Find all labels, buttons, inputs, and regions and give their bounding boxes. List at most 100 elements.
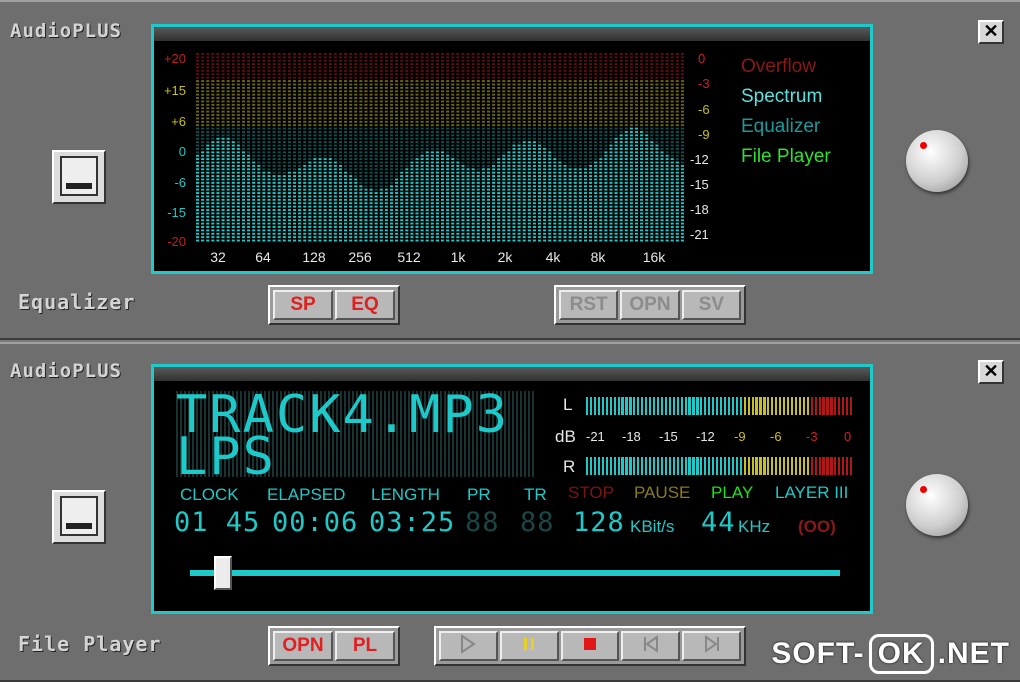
spectrum-cell	[425, 97, 429, 99]
spectrum-cell	[379, 56, 383, 59]
spectrum-cell	[599, 198, 603, 201]
spectrum-cell	[369, 178, 373, 181]
spectrum-cell	[476, 232, 480, 235]
spectrum-cell	[624, 161, 628, 164]
spectrum-cell	[446, 164, 450, 167]
spectrum-cell	[532, 53, 536, 55]
spectrum-cell	[640, 212, 644, 215]
spectrum-cell	[384, 63, 388, 66]
spectrum-cell	[292, 215, 297, 218]
spectrum-cell	[532, 222, 536, 225]
spectrum-cell	[395, 185, 399, 188]
spectrum-cell	[614, 178, 618, 181]
spectrum-cell	[461, 137, 465, 140]
spectrum-cell	[548, 100, 552, 103]
spectrum-cell	[492, 103, 496, 106]
close-button[interactable]: ✕	[978, 20, 1004, 44]
spectrum-cell	[527, 144, 531, 147]
spectrum-cell	[400, 86, 404, 89]
spectrum-cell	[446, 185, 450, 188]
spectrum-cell	[451, 100, 455, 103]
spectrum-cell	[492, 107, 496, 110]
spectrum-cell	[196, 192, 200, 194]
spectrum-cell	[573, 83, 577, 86]
spectrum-cell	[517, 73, 521, 76]
spectrum-cell	[532, 181, 536, 184]
spectrum-cell	[629, 198, 633, 201]
spectrum-cell	[441, 226, 445, 228]
spectrum-cell	[287, 120, 291, 123]
spectrum-cell	[292, 185, 297, 188]
spectrum-cell	[287, 144, 291, 147]
spectrum-cell	[527, 195, 531, 198]
spectrum-cell	[568, 141, 572, 144]
spectrum-cell	[272, 239, 276, 242]
spectrum-cell	[507, 148, 511, 150]
spectrum-cell	[400, 59, 404, 62]
spectrum-cell	[599, 97, 603, 99]
spectrum-cell	[364, 56, 368, 59]
spectrum-cell	[287, 86, 291, 89]
spectrum-cell	[634, 59, 639, 62]
spectrum-cell	[532, 86, 536, 89]
spectrum-cell	[364, 80, 368, 83]
spectrum-cell	[364, 202, 368, 205]
spectrum-cell	[589, 171, 593, 174]
spectrum-cell	[430, 141, 434, 144]
spectrum-cell	[415, 181, 419, 184]
minimize-button[interactable]	[52, 150, 106, 204]
spectrum-cell	[282, 80, 286, 83]
spectrum-cell	[349, 144, 353, 147]
spectrum-cell	[252, 148, 256, 150]
spectrum-cell	[512, 124, 516, 127]
spectrum-cell	[629, 120, 633, 123]
spectrum-cell	[267, 120, 271, 123]
spectrum-cell	[502, 120, 506, 123]
spectrum-cell	[282, 59, 286, 62]
spectrum-cell	[369, 229, 373, 232]
spectrum-cell	[247, 198, 251, 201]
spectrum-cell	[512, 205, 516, 208]
spectrum-cell	[196, 185, 200, 188]
spectrum-cell	[247, 59, 251, 62]
spectrum-cell	[537, 222, 542, 225]
spectrum-cell	[415, 110, 419, 113]
spectrum-cell	[624, 86, 628, 89]
spectrum-cell	[241, 198, 245, 201]
spectrum-cell	[221, 56, 225, 59]
spectrum-cell	[201, 144, 205, 147]
spectrum-cell	[425, 59, 429, 62]
spectrum-cell	[430, 127, 434, 130]
spectrum-cell	[328, 178, 332, 181]
spectrum-cell	[333, 76, 337, 79]
spectrum-cell	[349, 59, 353, 62]
spectrum-cell	[384, 229, 388, 232]
spectrum-cell	[471, 66, 475, 69]
spectrum-cell	[532, 175, 536, 178]
volume-knob[interactable]	[906, 130, 968, 192]
spectrum-cell	[461, 205, 465, 208]
spectrum-cell	[211, 107, 215, 110]
spectrum-cell	[481, 219, 485, 222]
spectrum-cell	[573, 215, 577, 218]
spectrum-cell	[313, 154, 317, 157]
spectrum-cell	[384, 134, 388, 137]
spectrum-cell	[272, 148, 276, 150]
spectrum-cell	[364, 76, 368, 79]
spectrum-cell	[594, 219, 598, 222]
spectrum-cell	[257, 73, 261, 76]
spectrum-cell	[512, 212, 516, 215]
spectrum-cell	[206, 141, 210, 144]
spectrum-cell	[247, 56, 251, 59]
spectrum-cell	[594, 198, 598, 201]
spectrum-cell	[308, 168, 312, 171]
spectrum-cell	[287, 127, 291, 130]
spectrum-cell	[532, 215, 536, 218]
spectrum-cell	[624, 195, 628, 198]
spectrum-cell	[420, 56, 424, 59]
spectrum-cell	[486, 110, 490, 113]
spectrum-cell	[640, 181, 644, 184]
spectrum-cell	[221, 63, 225, 66]
spectrum-cell	[354, 195, 358, 198]
spectrum-cell	[461, 120, 465, 123]
